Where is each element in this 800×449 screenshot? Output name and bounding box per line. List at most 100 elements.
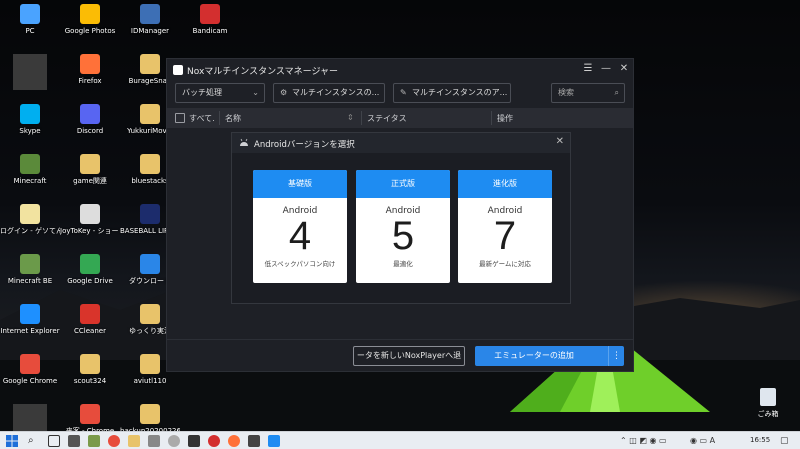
multi-instance-settings-button[interactable]: ⚙ マルチインスタンスの...	[273, 83, 385, 103]
minecraft-taskbar-icon[interactable]	[88, 435, 100, 447]
select-all-label: すべて.	[189, 114, 215, 123]
minimize-icon[interactable]: —	[599, 62, 613, 76]
sort-icon[interactable]: ⇕	[347, 113, 354, 122]
taskbar-app-icon[interactable]	[68, 435, 80, 447]
system-tray-icons[interactable]: ⌃ ◫ ◩ ◉ ▭	[620, 435, 680, 447]
desktop-shortcut[interactable]: Minecraft BE	[0, 252, 60, 302]
file-icon	[80, 354, 100, 374]
task-view-icon[interactable]	[48, 435, 60, 447]
nox-multi-instance-manager-window: Noxマルチインスタンスマネージャー ☰ — ✕ バッチ処理 ⌄ ⚙ マルチインス…	[166, 58, 634, 372]
desktop-shortcut[interactable]: Discord	[60, 102, 120, 152]
baseball-icon	[140, 204, 160, 224]
google-drive-icon	[80, 254, 100, 274]
recycle-bin-icon[interactable]	[760, 388, 776, 406]
android-4-card[interactable]: 基礎版 Android 4 低スペックパソコン向け	[253, 170, 347, 283]
idmanager-icon	[140, 4, 160, 24]
bandicam-icon	[200, 4, 220, 24]
desktop-shortcut[interactable]: Google Chrome	[0, 352, 60, 402]
desktop-shortcut[interactable]: ログイン - ゲソてん byGMO	[0, 202, 60, 252]
folder-icon	[140, 404, 160, 424]
toolbar: バッチ処理 ⌄ ⚙ マルチインスタンスの... ✎ マルチインスタンスのア... 検…	[167, 81, 633, 107]
discord-icon	[80, 104, 100, 124]
skype-icon	[20, 104, 40, 124]
file-icon	[140, 54, 160, 74]
desktop-shortcut[interactable]: Internet Explorer	[0, 302, 60, 352]
ccleaner-icon	[80, 304, 100, 324]
add-emulator-more-icon[interactable]: ⋮	[608, 346, 624, 366]
column-name[interactable]: 名称	[225, 113, 241, 124]
file-icon	[140, 154, 160, 174]
android-5-card[interactable]: 正式版 Android 5 最適化	[356, 170, 450, 283]
search-icon[interactable]: ⌕	[28, 435, 40, 447]
batch-process-dropdown[interactable]: バッチ処理 ⌄	[175, 83, 265, 103]
desktop-shortcut[interactable]: JoyToKey - ショートカット	[60, 202, 120, 252]
chrome-taskbar-icon[interactable]	[108, 435, 120, 447]
recycle-bin-label[interactable]: ごみ箱	[748, 409, 788, 419]
desktop-shortcut[interactable]: IDManager	[120, 2, 180, 52]
column-divider	[361, 111, 362, 125]
android-version-dialog: Androidバージョンを選択 ✕ 基礎版 Android 4 低スペックパソコ…	[231, 132, 571, 304]
bandicam-taskbar-icon[interactable]	[208, 435, 220, 447]
close-icon[interactable]: ✕	[617, 62, 631, 76]
taskbar-app-icon[interactable]	[148, 435, 160, 447]
desktop-shortcut-label: Discord	[76, 127, 104, 135]
desktop-shortcut[interactable]: Firefox	[60, 52, 120, 102]
desktop-shortcut-label: CCleaner	[74, 327, 106, 335]
android-7-card[interactable]: 進化版 Android 7 最新ゲームに対応	[458, 170, 552, 283]
desktop-shortcut[interactable]	[0, 52, 60, 102]
desktop-shortcut[interactable]: scout324	[60, 352, 120, 402]
column-action: 操作	[497, 114, 513, 123]
desktop-shortcut-label: Firefox	[78, 77, 102, 85]
multi-instance-action-label: マルチインスタンスのア...	[412, 88, 508, 97]
add-emulator-button[interactable]: エミュレーターの追加	[475, 346, 609, 366]
taskbar: ⌕ ⌃ ◫ ◩ ◉ ▭ ◉ ▭ A 16:55 ▢	[0, 431, 800, 449]
notification-icon[interactable]: ▢	[780, 435, 792, 447]
menu-icon[interactable]: ☰	[581, 62, 595, 76]
nox-logo-icon	[173, 65, 183, 75]
title-bar: Noxマルチインスタンスマネージャー ☰ — ✕	[167, 59, 633, 81]
search-placeholder: 検索	[558, 88, 574, 97]
desktop-shortcut-label: Google Chrome	[2, 377, 58, 385]
select-all-checkbox[interactable]	[175, 113, 185, 123]
gesoten-icon	[20, 204, 40, 224]
desktop-shortcut-label: Minecraft	[13, 177, 47, 185]
move-data-to-new-noxplayer-button[interactable]: ータを新しいNoxPlayerへ退	[353, 346, 465, 366]
desktop-shortcut[interactable]: Google Drive	[60, 252, 120, 302]
minecraft-be-icon	[20, 254, 40, 274]
desktop-shortcut-label: scout324	[73, 377, 107, 385]
desktop-shortcut-label: Internet Explorer	[0, 327, 60, 335]
windows-start-icon[interactable]	[6, 435, 18, 447]
search-input[interactable]: 検索 ⌕	[551, 83, 625, 103]
desktop-shortcut-label: IDManager	[130, 27, 170, 35]
firefox-taskbar-icon[interactable]	[228, 435, 240, 447]
clock-taskbar-icon[interactable]	[168, 435, 180, 447]
photos-taskbar-icon[interactable]	[248, 435, 260, 447]
search-icon: ⌕	[614, 88, 619, 97]
desktop-shortcut[interactable]: PC	[0, 2, 60, 52]
desktop-shortcut[interactable]: CCleaner	[60, 302, 120, 352]
folder-icon	[80, 154, 100, 174]
column-divider	[491, 111, 492, 125]
column-status: ステイタス	[367, 114, 407, 123]
explorer-taskbar-icon[interactable]	[128, 435, 140, 447]
desktop-shortcut[interactable]: Google Photos	[60, 2, 120, 52]
network-volume-icons[interactable]: ◉ ▭ A	[690, 435, 740, 447]
card-version-number: 7	[493, 214, 517, 258]
file-icon	[140, 354, 160, 374]
card-version-number: 5	[391, 214, 415, 258]
download-icon	[140, 254, 160, 274]
desktop-shortcut[interactable]: Minecraft	[0, 152, 60, 202]
blank-tile	[13, 54, 47, 90]
desktop-shortcut[interactable]: game関連	[60, 152, 120, 202]
folder-icon	[140, 104, 160, 124]
desktop-shortcut-label: aviutl110	[133, 377, 167, 385]
dialog-close-icon[interactable]: ✕	[556, 136, 564, 147]
desktop-shortcut[interactable]: Bandicam	[180, 2, 240, 52]
taskbar-app-icon[interactable]	[188, 435, 200, 447]
chrome-shortcut-icon	[80, 404, 100, 424]
gear-icon: ⚙	[280, 88, 288, 97]
desktop-shortcut[interactable]: Skype	[0, 102, 60, 152]
multi-instance-action-button[interactable]: ✎ マルチインスタンスのア...	[393, 83, 511, 103]
taskbar-clock[interactable]: 16:55	[750, 436, 770, 444]
nox-taskbar-icon[interactable]	[268, 435, 280, 447]
